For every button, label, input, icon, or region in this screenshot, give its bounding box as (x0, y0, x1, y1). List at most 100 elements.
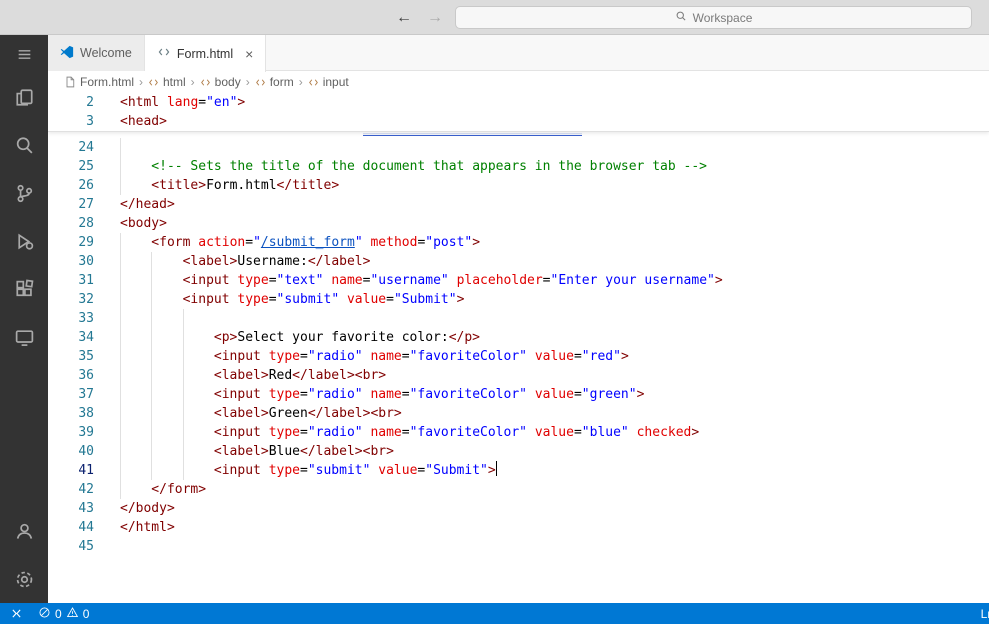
breadcrumb-body[interactable]: body (200, 75, 241, 89)
line-number: 34 (78, 330, 94, 345)
breadcrumb-label: html (163, 75, 186, 89)
search-icon (675, 10, 687, 25)
indent-guide (151, 366, 182, 385)
code-token: = (573, 387, 582, 402)
code-token: /submit_form (260, 235, 355, 250)
cursor-position-indicator[interactable]: Ln (981, 607, 989, 621)
code-token: "Submit" (393, 292, 457, 307)
code-token: " (253, 235, 261, 250)
code-line[interactable]: 44 </html> (48, 518, 989, 537)
run-and-debug-icon[interactable] (0, 217, 48, 265)
code-token: type (268, 387, 300, 402)
code-line[interactable]: 41 <input type="submit" value="Submit"> (48, 461, 989, 480)
line-number: 28 (78, 216, 94, 231)
code-token: > (472, 235, 481, 250)
code-text: <input type="radio" name="favoriteColor"… (120, 385, 644, 404)
tab-form-html[interactable]: Form.html × (144, 35, 267, 72)
code-token: <input (213, 463, 261, 478)
settings-gear-icon[interactable] (0, 555, 48, 603)
breadcrumb-html[interactable]: html (148, 75, 186, 89)
code-line[interactable]: 29 <form action="/submit_form" method="po… (48, 233, 989, 252)
line-number: 26 (78, 178, 94, 193)
code-line[interactable]: 2 <html lang="en"> (48, 93, 989, 112)
code-line[interactable]: 3 <head> (48, 112, 989, 131)
code-token: = (268, 292, 277, 307)
breadcrumb-form[interactable]: form (255, 75, 294, 89)
code-token: "radio" (307, 425, 363, 440)
code-line[interactable]: 36 <label>Red</label><br> (48, 366, 989, 385)
indent-guide (182, 328, 214, 347)
code-token: > (691, 425, 700, 440)
error-icon (38, 606, 51, 622)
code-line[interactable]: 33 (48, 309, 989, 328)
code-line[interactable]: 26 <title>Form.html</title> (48, 176, 989, 195)
code-line[interactable]: 38 <label>Green</label><br> (48, 404, 989, 423)
breadcrumb-file[interactable]: Form.html (64, 75, 134, 89)
code-line[interactable]: 30 <label>Username:</label> (48, 252, 989, 271)
clipped-line (48, 132, 989, 138)
back-arrow-icon[interactable]: ← (396, 9, 412, 27)
code-line[interactable]: 27 </head> (48, 195, 989, 214)
code-line[interactable]: 43 </body> (48, 499, 989, 518)
code-token: Select your favorite color: (237, 330, 449, 345)
problems-indicator[interactable]: 0 0 (38, 606, 89, 622)
code-token: = (198, 95, 207, 110)
code-line[interactable]: 28 <body> (48, 214, 989, 233)
accounts-icon[interactable] (0, 507, 48, 555)
code-token: method (370, 235, 418, 250)
code-editor[interactable]: 2 <html lang="en"> 3 <head> 24 25 <!-- Sets t… (48, 93, 989, 603)
indent-guide (120, 480, 151, 499)
indent-guide (120, 138, 151, 157)
code-token: " (354, 235, 363, 250)
code-line[interactable]: 25 <!-- Sets the title of the document th… (48, 157, 989, 176)
indent-guide (120, 385, 151, 404)
code-token: "username" (370, 273, 449, 288)
code-line[interactable]: 45 (48, 537, 989, 556)
chevron-right-icon: › (298, 75, 303, 89)
tab-welcome[interactable]: Welcome (48, 35, 145, 71)
code-line[interactable]: 31 <input type="text" name="username" pla… (48, 271, 989, 290)
indent-guide (120, 366, 151, 385)
line-number: 27 (78, 197, 94, 212)
code-line[interactable]: 40 <label>Blue</label><br> (48, 442, 989, 461)
explorer-icon[interactable] (0, 73, 48, 121)
code-token: "submit" (307, 463, 371, 478)
tag-symbol-icon (255, 77, 266, 88)
breadcrumb-input[interactable]: input (308, 75, 349, 89)
code-line[interactable]: 24 (48, 138, 989, 157)
code-line[interactable]: 34 <p>Select your favorite color:</p> (48, 328, 989, 347)
code-text: </head> (120, 195, 175, 214)
code-token: <input (182, 292, 230, 307)
source-control-icon[interactable] (0, 169, 48, 217)
sticky-scroll[interactable]: 2 <html lang="en"> 3 <head> (48, 93, 989, 132)
code-line[interactable]: 35 <input type="radio" name="favoriteColo… (48, 347, 989, 366)
code-line[interactable]: 37 <input type="radio" name="favoriteColo… (48, 385, 989, 404)
breadcrumb-label: Form.html (80, 75, 134, 89)
code-text: <input type="radio" name="favoriteColor"… (120, 423, 699, 442)
code-token: > (237, 95, 246, 110)
close-tab-icon[interactable]: × (245, 47, 253, 61)
menu-icon[interactable] (0, 35, 48, 73)
indent-guide (151, 423, 182, 442)
extensions-icon[interactable] (0, 265, 48, 313)
code-token: "blue" (581, 425, 629, 440)
remote-window-icon[interactable] (0, 603, 32, 624)
code-token: "post" (425, 235, 473, 250)
workspace-search-box[interactable]: Workspace (455, 6, 972, 29)
search-sidebar-icon[interactable] (0, 121, 48, 169)
code-token: type (268, 463, 300, 478)
code-line[interactable]: 42 </form> (48, 480, 989, 499)
indent-guide (120, 157, 151, 176)
indent-guide (151, 309, 182, 328)
line-number: 42 (78, 482, 94, 497)
code-line[interactable]: 39 <input type="radio" name="favoriteColo… (48, 423, 989, 442)
code-line[interactable]: 32 <input type="submit" value="Submit"> (48, 290, 989, 309)
code-token: </label> (292, 368, 355, 383)
code-token: <label> (213, 444, 269, 459)
code-token: "submit" (276, 292, 340, 307)
remote-explorer-icon[interactable] (0, 313, 48, 361)
html-file-icon (157, 45, 171, 62)
code-token: value (534, 425, 574, 440)
